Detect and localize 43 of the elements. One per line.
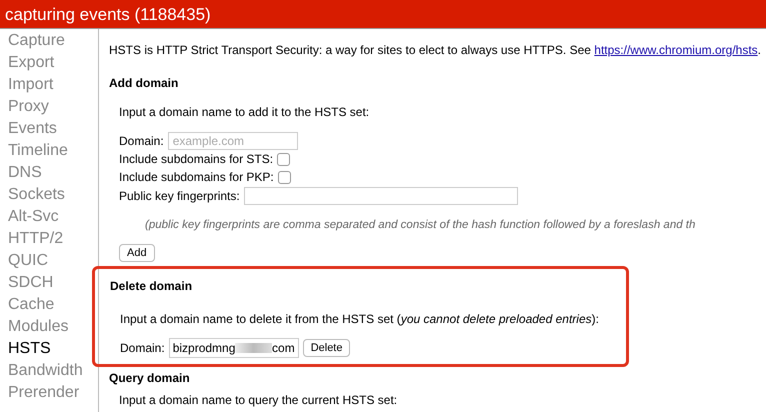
sidebar-item[interactable]: Proxy — [8, 96, 98, 118]
sidebar-item[interactable]: Sockets — [8, 184, 98, 206]
sidebar-item[interactable]: SDCH — [8, 272, 98, 294]
intro-text: HSTS is HTTP Strict Transport Security: a way for sites to elect to always use HTTPS. See https://www.chromium.org/hsts. — [109, 42, 762, 59]
delete-domain-heading: Delete domain — [110, 278, 192, 296]
sidebar-item[interactable]: DNS — [8, 162, 98, 184]
delete-button[interactable]: Delete — [302, 339, 350, 358]
pkp-label: Include subdomains for PKP: — [119, 169, 274, 186]
sidebar-item[interactable]: Export — [8, 52, 98, 74]
sidebar-item[interactable]: Events — [8, 118, 98, 140]
sidebar-item[interactable]: Capture — [8, 30, 98, 52]
query-domain-heading: Query domain — [109, 370, 190, 388]
domain-label: Domain: — [120, 340, 165, 358]
checkbox[interactable] — [277, 152, 290, 166]
add-instruction: Input a domain name to add it to the HSTS set: — [119, 104, 370, 121]
sidebar-item[interactable]: QUIC — [8, 250, 98, 272]
sidebar-item[interactable]: HTTP/2 — [8, 228, 98, 250]
sidebar-item[interactable]: Modules — [8, 316, 98, 338]
sidebar-item[interactable]: Prerender — [8, 382, 98, 404]
add-button[interactable]: Add — [119, 244, 155, 262]
fingerprints-note: (public key fingerprints are comma separated and consist of the hash function followed by a foreslash and th — [144, 218, 696, 233]
domain-input[interactable]: example.com — [168, 132, 298, 150]
hsts-link[interactable]: https://www.chromium.org/hsts — [594, 43, 758, 57]
sidebar-item[interactable]: Timeline — [8, 140, 98, 162]
period-text: . — [758, 43, 762, 57]
add-domain-heading: Add domain — [109, 75, 178, 92]
domain-input[interactable]: bizprodmng com — [168, 338, 299, 358]
sidebar-item[interactable]: Cache — [8, 294, 98, 316]
sidebar-item[interactable]: HSTS — [8, 338, 98, 360]
query-instruction: Input a domain name to query the current HSTS set: — [118, 392, 398, 410]
domain-value-text: com — [272, 340, 295, 358]
sidebar-item[interactable]: Import — [8, 74, 98, 96]
sidebar-item[interactable]: Bandwidth — [8, 360, 98, 382]
fingerprints-label: Public key fingerprints: — [119, 188, 240, 205]
delete-instruction: Input a domain name to delete it from the HSTS set (you cannot delete preloaded entries): — [120, 311, 599, 328]
sidebar-item[interactable]: Alt-Svc — [8, 206, 98, 228]
domain-label: Domain: — [119, 133, 164, 150]
domain-value-text: bizprodmng — [172, 340, 236, 358]
sts-label: Include subdomains for STS: — [119, 151, 274, 168]
header-title: capturing events (1188435) — [5, 6, 211, 22]
blurred-text — [235, 343, 272, 354]
fingerprints-input[interactable] — [244, 187, 518, 205]
checkbox[interactable] — [278, 170, 291, 184]
